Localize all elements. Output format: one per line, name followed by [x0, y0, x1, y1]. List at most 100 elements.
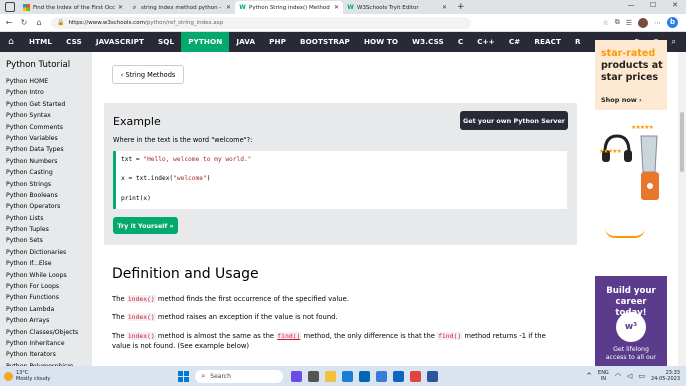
nav-csharp[interactable]: C#: [502, 32, 528, 52]
sidebar-item[interactable]: Python Arrays: [0, 315, 92, 326]
edge-icon[interactable]: [342, 370, 354, 382]
app-icon[interactable]: [410, 370, 422, 382]
nav-python[interactable]: PYTHON: [181, 32, 230, 52]
sidebar-item[interactable]: Python Classes/Objects: [0, 327, 92, 338]
home-icon[interactable]: ⌂: [0, 37, 22, 47]
vscode-icon[interactable]: [359, 370, 371, 382]
browser-tab[interactable]: Find the Index of the First Occurr ✕: [19, 1, 127, 14]
nav-c[interactable]: C: [451, 32, 470, 52]
sidebar-item[interactable]: Python Intro: [0, 87, 92, 98]
sidebar-item[interactable]: Python Numbers: [0, 156, 92, 167]
lang-region: IN: [600, 376, 607, 382]
back-arrow-icon[interactable]: ←: [3, 18, 15, 27]
more-icon[interactable]: ⋯: [654, 19, 661, 27]
nav-html[interactable]: HTML: [22, 32, 59, 52]
profile-avatar[interactable]: [638, 17, 648, 28]
copilot-icon[interactable]: [291, 370, 303, 382]
minimize-icon[interactable]: —: [620, 1, 642, 9]
sidebar-item[interactable]: Python Comments: [0, 122, 92, 133]
search-icon[interactable]: ⌕: [672, 37, 676, 47]
reload-icon[interactable]: ↻: [18, 18, 30, 27]
start-button[interactable]: [178, 370, 190, 382]
nav-javascript[interactable]: JAVASCRIPT: [89, 32, 151, 52]
nav-r[interactable]: R: [568, 32, 588, 52]
sidebar-item[interactable]: Python Casting: [0, 167, 92, 178]
collections-icon[interactable]: ☰: [626, 19, 632, 27]
maximize-icon[interactable]: ☐: [642, 1, 664, 9]
sidebar-item[interactable]: Python Booleans: [0, 190, 92, 201]
sidebar-item[interactable]: Python Get Started: [0, 99, 92, 110]
sidebar-item[interactable]: Python Dictionaries: [0, 247, 92, 258]
sidebar-item[interactable]: Python For Loops: [0, 281, 92, 292]
store-icon[interactable]: [393, 370, 405, 382]
new-tab-button[interactable]: +: [457, 1, 465, 14]
browser-tab-active[interactable]: W Python String index() Method ✕: [235, 1, 343, 14]
sidebar-item[interactable]: Python Strings: [0, 179, 92, 190]
nav-css[interactable]: CSS: [59, 32, 89, 52]
url-input[interactable]: 🔒 https://www.w3schools.com/python/ref_s…: [51, 16, 471, 29]
code-string: "welcome": [173, 175, 207, 182]
amazon-ad[interactable]: star-rated products at star prices Shop …: [595, 40, 667, 262]
sidebar-item[interactable]: Python If...Else: [0, 258, 92, 269]
home-icon[interactable]: ⌂: [33, 18, 45, 27]
sidebar-item[interactable]: Python Inheritance: [0, 338, 92, 349]
nav-cpp[interactable]: C++: [470, 32, 502, 52]
sidebar-item[interactable]: Python HOME: [0, 76, 92, 87]
try-it-yourself-button[interactable]: Try it Yourself »: [113, 217, 178, 234]
scrollbar-thumb[interactable]: [680, 112, 684, 172]
page-scrollbar[interactable]: [678, 52, 686, 366]
close-window-icon[interactable]: ✕: [664, 1, 686, 9]
string-methods-back-button[interactable]: ‹ String Methods: [112, 65, 184, 84]
tray-arrow-icon[interactable]: ^: [586, 372, 592, 380]
sidebar-item[interactable]: Python Tuples: [0, 224, 92, 235]
nav-howto[interactable]: HOW TO: [357, 32, 405, 52]
close-tab-icon[interactable]: ✕: [442, 4, 447, 11]
browser-tab[interactable]: ⌕ string index method python - Se ✕: [127, 1, 235, 14]
sidebar-item[interactable]: Python Variables: [0, 133, 92, 144]
sidebar-item[interactable]: Python Operators: [0, 201, 92, 212]
nav-php[interactable]: PHP: [262, 32, 293, 52]
word-icon[interactable]: [427, 370, 439, 382]
close-tab-icon[interactable]: ✕: [334, 4, 339, 11]
nav-w3css[interactable]: W3.CSS: [405, 32, 451, 52]
sidebar-item[interactable]: Python Sets: [0, 235, 92, 246]
sidebar-item[interactable]: Python While Loops: [0, 270, 92, 281]
close-tab-icon[interactable]: ✕: [118, 4, 123, 11]
sidebar-item[interactable]: Python Lambda: [0, 304, 92, 315]
system-tray: ^ ENG IN ◠ ◁ ▭ 23:33 24-05-2023: [586, 370, 680, 382]
para-text: The: [112, 295, 127, 303]
shop-now-link[interactable]: Shop now ›: [601, 96, 642, 104]
sidebar-item[interactable]: Python Syntax: [0, 110, 92, 121]
nav-react[interactable]: REACT: [527, 32, 568, 52]
language-indicator[interactable]: ENG IN: [598, 370, 609, 382]
sidebar-item[interactable]: Python Iterators: [0, 349, 92, 360]
file-explorer-icon[interactable]: [325, 370, 337, 382]
python-icon[interactable]: [376, 370, 388, 382]
wifi-icon[interactable]: ◠: [615, 372, 621, 380]
extension-icon[interactable]: ⧉: [615, 18, 620, 27]
sidebar-item[interactable]: Python Data Types: [0, 144, 92, 155]
nav-java[interactable]: JAVA: [229, 32, 262, 52]
volume-icon[interactable]: ◁: [627, 372, 632, 380]
example-question: Where in the text is the word "welcome"?…: [113, 136, 253, 144]
w3-career-ad[interactable]: Build yourcareer today! w³ Get lifelonga…: [595, 276, 667, 366]
clock[interactable]: 23:33 24-05-2023: [651, 370, 680, 382]
tab-actions-icon[interactable]: [5, 2, 15, 12]
weather-widget[interactable]: 13°C Mostly cloudy: [4, 370, 50, 382]
tab-title: W3Schools Tryit Editor: [357, 4, 419, 11]
search-icon: ⌕: [132, 3, 137, 11]
taskbar-search[interactable]: ⌕ Search: [195, 369, 284, 383]
nav-bootstrap[interactable]: BOOTSTRAP: [293, 32, 357, 52]
close-tab-icon[interactable]: ✕: [226, 4, 231, 11]
task-view-icon[interactable]: [308, 370, 320, 382]
get-server-button[interactable]: Get your own Python Server: [460, 111, 568, 130]
browser-tab[interactable]: W W3Schools Tryit Editor ✕: [343, 1, 451, 14]
sidebar-item[interactable]: Python Functions: [0, 292, 92, 303]
favorite-star-icon[interactable]: ☆: [602, 19, 608, 27]
bing-icon[interactable]: b: [667, 17, 678, 28]
nav-sql[interactable]: SQL: [151, 32, 181, 52]
battery-icon[interactable]: ▭: [638, 372, 645, 380]
sidebar-item[interactable]: Python Lists: [0, 213, 92, 224]
ad-line: access to all our: [605, 354, 657, 361]
find-link[interactable]: find(): [276, 332, 302, 340]
